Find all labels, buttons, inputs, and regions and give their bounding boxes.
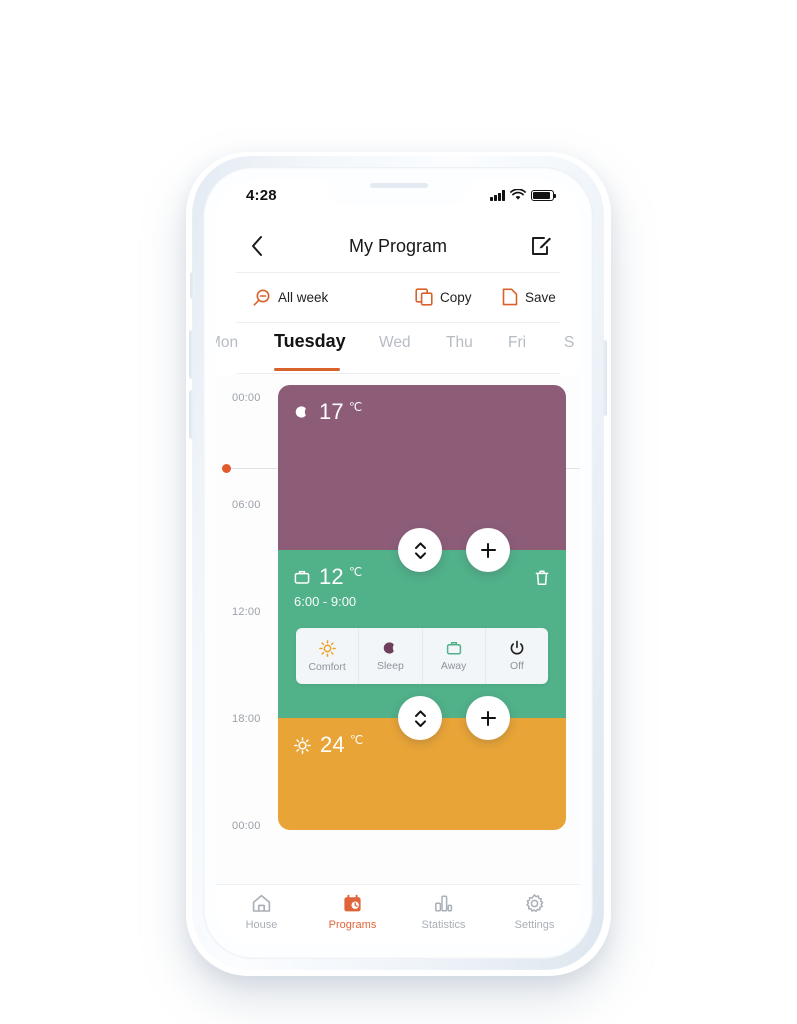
cellular-signal-icon [490,190,505,201]
day-tab-sat[interactable]: S [564,334,574,352]
phone-screen: 4:28 My Program All week Copy Save on Tu… [216,180,580,946]
axis-label-0600: 06:00 [232,499,261,511]
mute-switch[interactable] [190,272,195,299]
resize-handle-away-comfort[interactable] [398,696,442,740]
trash-icon [535,570,549,585]
mode-sleep[interactable]: Sleep [359,628,423,684]
save-button[interactable]: Save [502,288,556,306]
axis-label-1200: 12:00 [232,606,261,618]
zoom-out-magnifier-icon [253,289,270,306]
copy-label: Copy [440,289,472,305]
page-title: My Program [348,235,447,256]
add-block-button-upper[interactable] [466,528,510,572]
away-time-range: 6:00 - 9:00 [294,594,357,609]
mode-off[interactable]: Off [486,628,548,684]
power-button[interactable] [602,340,607,416]
earpiece-speaker [369,183,428,188]
nav-item-statistics[interactable]: Statistics [398,893,489,931]
nav-item-house-label: House [245,919,278,931]
day-tab-thu[interactable]: Thu [446,334,473,352]
schedule-block-sleep[interactable]: 17 ℃ [278,385,566,550]
mode-sleep-label: Sleep [376,660,404,672]
briefcase-icon [294,570,310,584]
all-week-button[interactable]: All week [252,288,328,307]
plus-icon [480,542,496,558]
volume-up-button[interactable] [189,330,194,379]
save-label: Save [525,289,556,305]
bottom-navigation: House Programs Statistics Settings [216,884,580,946]
volume-down-button[interactable] [189,390,194,439]
status-time: 4:28 [246,187,277,204]
day-tab-mon[interactable]: Mon [216,334,238,352]
chevron-up-down-icon [414,709,426,727]
sleep-temp-unit: ℃ [348,400,363,414]
battery-icon [531,189,557,201]
schedule-block-sleep-temp: 17 ℃ [294,399,566,425]
axis-label-0000-bottom: 00:00 [232,820,261,832]
edit-pencil-square-icon [532,237,551,255]
delete-block-button[interactable] [534,569,550,591]
resize-handle-sleep-away[interactable] [398,528,442,572]
nav-item-statistics-label: Statistics [421,919,466,931]
mode-comfort-label: Comfort [308,660,346,673]
status-icons [490,189,557,201]
day-tab-tuesday[interactable]: Tuesday [274,331,346,352]
mode-away-label: Away [440,660,467,672]
nav-item-programs[interactable]: Programs [307,893,398,931]
edit-button[interactable] [528,233,554,259]
mode-comfort[interactable]: Comfort [296,628,360,684]
day-tab-active-underline [274,368,340,371]
copy-button[interactable]: Copy [415,288,472,306]
home-icon [252,894,271,912]
current-time-dot [222,464,231,473]
all-week-label: All week [278,290,329,305]
sun-icon [294,736,311,754]
plus-icon [480,710,496,726]
comfort-temp-value: 24 [320,732,345,757]
sleep-temp-value: 17 [319,399,344,424]
moon-icon [384,642,395,654]
add-block-button-lower[interactable] [466,696,510,740]
moon-icon [295,406,306,418]
power-icon [510,640,524,655]
toolbar: All week Copy Save [216,274,580,322]
sun-icon [318,639,336,657]
comfort-temp-unit: ℃ [349,733,364,747]
copy-icon [415,288,433,306]
nav-item-house[interactable]: House [216,893,307,931]
schedule-area: 00:00 06:00 12:00 18:00 00:00 17 ℃ 12 ℃ … [216,375,580,910]
mode-off-label: Off [509,660,524,672]
mode-selector: Comfort Sleep Away Off [296,628,548,684]
nav-item-programs-label: Programs [328,919,377,931]
chevron-up-down-icon [414,541,426,559]
day-tab-wed[interactable]: Wed [379,334,411,352]
day-tabs: Mon Tuesday Wed Thu Fri S [216,324,580,372]
nav-item-settings-label: Settings [514,919,555,931]
calendar-clock-icon [344,894,361,912]
axis-label-1800: 18:00 [232,713,261,725]
nav-item-settings[interactable]: Settings [489,893,580,931]
save-document-icon [502,288,518,306]
day-tab-fri[interactable]: Fri [508,334,526,352]
mode-away[interactable]: Away [423,628,486,684]
divider-header [236,272,560,273]
gear-icon [526,894,544,913]
away-temp-value: 12 [319,564,344,589]
back-button[interactable] [244,233,270,259]
nav-header: My Program [216,222,580,270]
axis-label-0000-top: 00:00 [232,392,261,404]
away-temp-unit: ℃ [348,565,363,579]
divider-toolbar [236,322,560,323]
briefcase-icon [446,642,461,655]
divider-daytabs [236,373,560,374]
wifi-icon [510,189,526,200]
bar-chart-icon [435,895,453,912]
